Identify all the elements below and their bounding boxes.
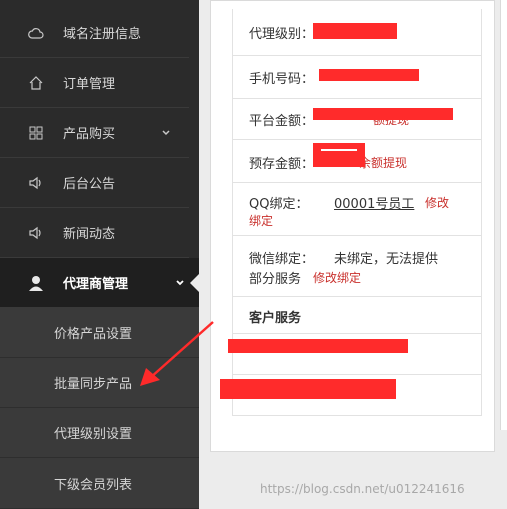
prestore-amount-row: 预存金额： 余额提现	[233, 140, 481, 183]
sidebar-item-label: 订单管理	[63, 77, 116, 92]
redaction-mark	[313, 23, 397, 39]
scrollbar-track[interactable]	[500, 0, 507, 430]
sidebar-subitem-batch-sync[interactable]: 批量同步产品	[0, 358, 199, 408]
wechat-value: 未绑定，无法提供	[334, 252, 439, 267]
customer-service-title: 客户服务	[249, 311, 302, 326]
sidebar-subitem-label: 批量同步产品	[54, 377, 133, 392]
redaction-mark	[313, 143, 365, 167]
grid-icon	[27, 124, 45, 142]
redaction-mark	[220, 379, 396, 399]
agent-level-row: 代理级别：	[233, 9, 481, 56]
redaction-mark	[319, 69, 419, 81]
customer-service-header: 客户服务	[233, 297, 481, 334]
sidebar-subitem-agent-level-settings[interactable]: 代理级别设置	[0, 408, 199, 458]
sidebar-item-domain-registration[interactable]: 域名注册信息	[0, 8, 189, 58]
redaction-mark	[228, 339, 408, 353]
customer-service-row-1	[228, 334, 481, 375]
sidebar-item-announcements[interactable]: 后台公告	[0, 158, 189, 208]
platform-amount-row: 平台金额： 额提现	[233, 99, 481, 140]
user-icon	[27, 274, 45, 292]
qq-label: QQ绑定：	[249, 197, 309, 212]
sidebar-subitem-member-list[interactable]: 下级会员列表	[0, 458, 199, 509]
sidebar-subitem-label: 代理级别设置	[54, 427, 133, 442]
sidebar: 域名注册信息 订单管理 产品购买 后台公告 新闻动态 代理商管理 价格产品设置 …	[0, 0, 199, 509]
phone-row: 手机号码：	[233, 56, 481, 99]
sidebar-subitem-label: 下级会员列表	[54, 477, 133, 493]
sidebar-item-label: 新闻动态	[63, 227, 116, 242]
speaker-icon	[27, 174, 45, 192]
active-indicator	[190, 273, 199, 292]
sidebar-item-label: 产品购买	[63, 127, 116, 142]
chevron-down-icon	[174, 277, 186, 289]
sidebar-item-agent-management[interactable]: 代理商管理	[0, 258, 199, 308]
phone-label: 手机号码：	[249, 72, 315, 87]
wechat-value-cont: 部分服务	[249, 272, 302, 287]
home-icon	[27, 74, 45, 92]
platform-amount-label: 平台金额：	[249, 114, 315, 129]
sidebar-item-label: 后台公告	[63, 177, 116, 192]
sidebar-item-orders[interactable]: 订单管理	[0, 58, 189, 108]
main-content: 代理级别： 手机号码： 平台金额： 额提现 预存金额： 余额提现 QQ绑定： 0…	[199, 0, 507, 508]
watermark: https://blog.csdn.net/u012241616	[260, 482, 465, 496]
wechat-binding-row: 微信绑定： 未绑定，无法提供 部分服务 修改绑定	[233, 236, 481, 297]
sidebar-subitem-label: 价格产品设置	[54, 327, 133, 342]
wechat-label: 微信绑定：	[249, 252, 315, 267]
sidebar-item-label: 代理商管理	[63, 277, 129, 292]
qq-value: 00001号员工	[334, 197, 415, 212]
speaker-icon	[27, 224, 45, 242]
agent-level-label: 代理级别：	[249, 27, 315, 42]
prestore-label: 预存金额：	[249, 157, 315, 172]
sidebar-subitem-price-settings[interactable]: 价格产品设置	[0, 308, 199, 358]
prestore-withdraw-link[interactable]: 余额提现	[359, 154, 407, 171]
account-info-table: 代理级别： 手机号码： 平台金额： 额提现 预存金额： 余额提现 QQ绑定： 0…	[220, 9, 482, 416]
customer-service-row-2	[220, 375, 481, 416]
qq-binding-row: QQ绑定： 00001号员工 修改 绑定	[233, 183, 481, 236]
cloud-icon	[27, 24, 45, 42]
sidebar-item-label: 域名注册信息	[63, 27, 142, 42]
sidebar-item-product-purchase[interactable]: 产品购买	[0, 108, 189, 158]
sidebar-item-news[interactable]: 新闻动态	[0, 208, 189, 258]
qq-bind-link[interactable]: 绑定	[249, 212, 273, 229]
account-panel: 代理级别： 手机号码： 平台金额： 额提现 预存金额： 余额提现 QQ绑定： 0…	[210, 0, 495, 452]
wechat-change-bind-link[interactable]: 修改绑定	[313, 269, 361, 286]
qq-change-link[interactable]: 修改	[425, 194, 449, 211]
redaction-mark	[313, 108, 453, 120]
chevron-down-icon	[160, 127, 172, 139]
